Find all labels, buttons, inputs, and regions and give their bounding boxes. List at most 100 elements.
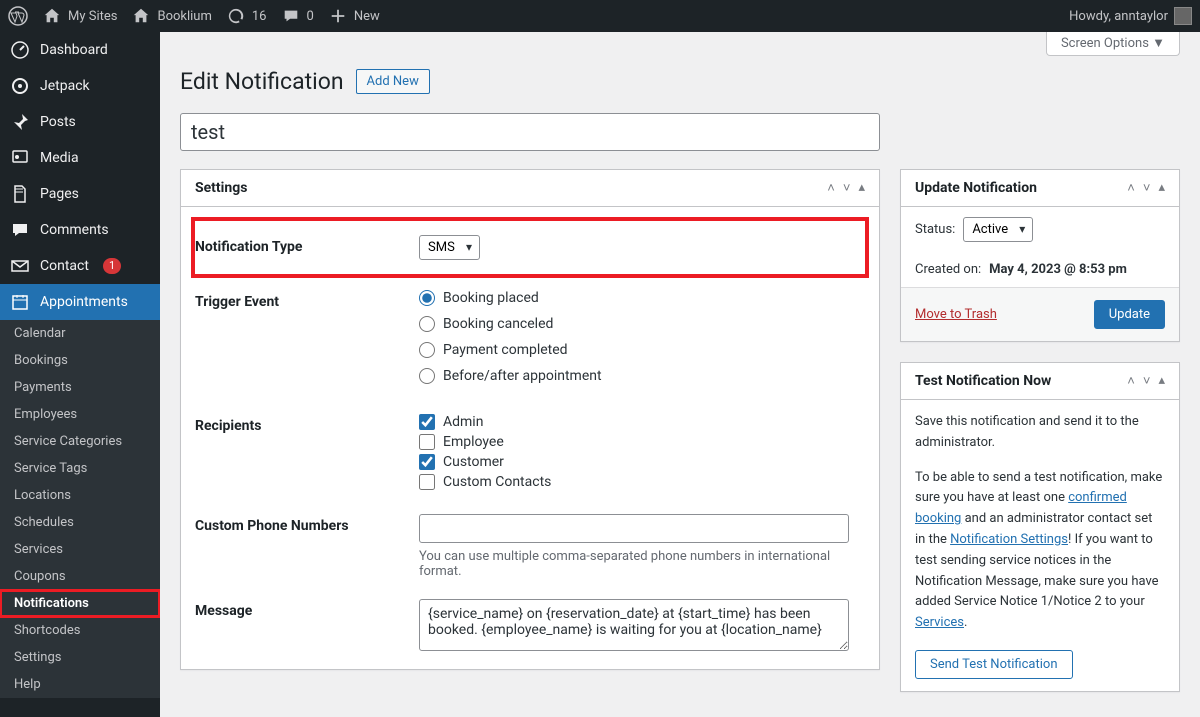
- new-content[interactable]: New: [328, 6, 380, 26]
- sidebar-item-posts[interactable]: Posts: [0, 104, 160, 140]
- wp-logo[interactable]: [8, 6, 28, 26]
- sidebar-label: Pages: [40, 186, 79, 202]
- wordpress-icon: [8, 6, 28, 26]
- my-account[interactable]: Howdy, anntaylor: [1069, 7, 1192, 25]
- trigger-option[interactable]: Booking canceled: [419, 316, 865, 332]
- recipient-checkbox[interactable]: [419, 454, 435, 470]
- update-postbox: Update Notification ˄ ˅ ▴ Status: Active: [900, 169, 1180, 342]
- trigger-option[interactable]: Booking placed: [419, 290, 865, 306]
- badge: 1: [103, 258, 121, 274]
- move-down-icon[interactable]: ˅: [1143, 373, 1151, 389]
- sidebar-sub-services[interactable]: Services: [0, 536, 160, 563]
- sidebar-sub-service-tags[interactable]: Service Tags: [0, 455, 160, 482]
- test-p1: Save this notification and send it to th…: [915, 412, 1165, 454]
- test-heading: Test Notification Now: [915, 373, 1051, 389]
- sidebar-item-jetpack[interactable]: Jetpack: [0, 68, 160, 104]
- comments[interactable]: 0: [281, 6, 314, 26]
- sidebar-sub-notifications[interactable]: Notifications: [0, 590, 160, 617]
- sidebar-label: Appointments: [40, 294, 128, 310]
- trigger-event-label: Trigger Event: [195, 290, 419, 394]
- notification-type-label: Notification Type: [195, 235, 419, 260]
- comment-icon: [281, 6, 301, 26]
- recipient-option[interactable]: Custom Contacts: [419, 474, 865, 490]
- calendar-icon: [10, 292, 30, 312]
- toggle-icon[interactable]: ▴: [1158, 373, 1165, 389]
- recipient-option[interactable]: Admin: [419, 414, 865, 430]
- my-sites[interactable]: My Sites: [42, 6, 117, 26]
- sidebar-sub-shortcodes[interactable]: Shortcodes: [0, 617, 160, 644]
- mail-icon: [10, 256, 30, 276]
- notification-settings-link[interactable]: Notification Settings: [950, 532, 1068, 547]
- trigger-radio[interactable]: [419, 316, 435, 332]
- trigger-option[interactable]: Payment completed: [419, 342, 865, 358]
- sidebar-item-appointments[interactable]: Appointments: [0, 284, 160, 320]
- message-row: Message: [195, 599, 865, 655]
- new-label: New: [354, 9, 380, 24]
- notification-type-select[interactable]: SMS: [419, 235, 480, 260]
- sidebar-label: Comments: [40, 222, 109, 238]
- update-button[interactable]: Update: [1094, 300, 1165, 329]
- recipient-checkbox[interactable]: [419, 434, 435, 450]
- recipient-option[interactable]: Employee: [419, 434, 865, 450]
- message-textarea[interactable]: [419, 599, 849, 651]
- move-up-icon[interactable]: ˄: [1127, 373, 1135, 389]
- move-to-trash-link[interactable]: Move to Trash: [915, 307, 997, 322]
- update-heading: Update Notification: [915, 180, 1037, 196]
- sidebar-sub-employees[interactable]: Employees: [0, 401, 160, 428]
- recipient-option[interactable]: Customer: [419, 454, 865, 470]
- sidebar-sub-bookings[interactable]: Bookings: [0, 347, 160, 374]
- sidebar-sub-service-categories[interactable]: Service Categories: [0, 428, 160, 455]
- created-label: Created on:: [915, 262, 981, 277]
- sidebar-label: Contact: [40, 258, 89, 274]
- trigger-radio[interactable]: [419, 290, 435, 306]
- trigger-option[interactable]: Before/after appointment: [419, 368, 865, 384]
- sidebar-sub-settings[interactable]: Settings: [0, 644, 160, 671]
- status-select[interactable]: Active: [963, 217, 1033, 242]
- sidebar-sub-calendar[interactable]: Calendar: [0, 320, 160, 347]
- sidebar-label: Media: [40, 150, 79, 166]
- trigger-radio[interactable]: [419, 368, 435, 384]
- comments-count: 0: [307, 9, 314, 24]
- recipient-checkbox[interactable]: [419, 414, 435, 430]
- test-p2: To be able to send a test notification, …: [915, 468, 1165, 634]
- sidebar-sub-help[interactable]: Help: [0, 671, 160, 698]
- site-name[interactable]: Booklium: [131, 6, 211, 26]
- house-icon: [42, 6, 62, 26]
- move-up-icon[interactable]: ˄: [827, 180, 835, 196]
- gauge-icon: [10, 40, 30, 60]
- updates[interactable]: 16: [226, 6, 267, 26]
- avatar: [1174, 7, 1192, 25]
- sidebar-sub-locations[interactable]: Locations: [0, 482, 160, 509]
- sidebar-item-contact[interactable]: Contact 1: [0, 248, 160, 284]
- sidebar-item-media[interactable]: Media: [0, 140, 160, 176]
- sidebar-sub-schedules[interactable]: Schedules: [0, 509, 160, 536]
- test-postbox: Test Notification Now ˄ ˅ ▴ Save this no…: [900, 362, 1180, 692]
- sidebar-item-comments[interactable]: Comments: [0, 212, 160, 248]
- sidebar-item-pages[interactable]: Pages: [0, 176, 160, 212]
- message-label: Message: [195, 599, 419, 655]
- settings-heading: Settings: [195, 180, 247, 196]
- move-down-icon[interactable]: ˅: [1143, 180, 1151, 196]
- toggle-icon[interactable]: ▴: [858, 180, 865, 196]
- custom-phone-input[interactable]: [419, 514, 849, 543]
- sidebar-sub-coupons[interactable]: Coupons: [0, 563, 160, 590]
- post-title-input[interactable]: [180, 113, 880, 151]
- main-content: Screen Options ▼ Edit Notification Add N…: [160, 32, 1200, 717]
- services-link[interactable]: Services: [915, 615, 964, 630]
- add-new-button[interactable]: Add New: [356, 69, 430, 94]
- send-test-button[interactable]: Send Test Notification: [915, 650, 1073, 679]
- media-icon: [10, 148, 30, 168]
- sidebar-item-dashboard[interactable]: Dashboard: [0, 32, 160, 68]
- move-down-icon[interactable]: ˅: [843, 180, 851, 196]
- trigger-radio[interactable]: [419, 342, 435, 358]
- update-icon: [226, 6, 246, 26]
- screen-options-toggle[interactable]: Screen Options ▼: [1046, 32, 1180, 56]
- status-label: Status:: [915, 222, 955, 237]
- created-value: May 4, 2023 @ 8:53 pm: [989, 262, 1127, 277]
- move-up-icon[interactable]: ˄: [1127, 180, 1135, 196]
- updates-count: 16: [252, 9, 267, 24]
- sidebar-sub-payments[interactable]: Payments: [0, 374, 160, 401]
- toggle-icon[interactable]: ▴: [1158, 180, 1165, 196]
- admin-sidebar: DashboardJetpackPosts Media Pages Comments C…: [0, 32, 160, 717]
- recipient-checkbox[interactable]: [419, 474, 435, 490]
